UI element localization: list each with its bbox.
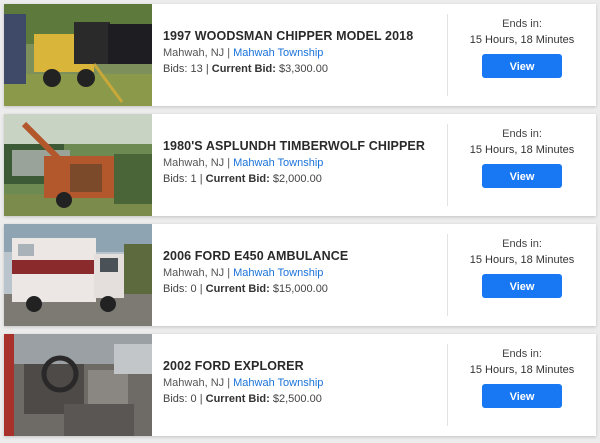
bids-count: 1 [190,173,197,185]
listing-city: Mahwah, NJ [163,47,225,59]
location-separator: | [224,267,234,279]
time-remaining: 15 Hours, 18 Minutes [469,364,575,376]
listing-photo-wood-chipper[interactable] [4,4,152,106]
bids-label: Bids: [163,393,188,405]
auction-timer: Ends in: 15 Hours, 18 Minutes View [448,18,596,78]
current-bid-label: Current Bid: [211,63,276,75]
listing-card: 1980'S ASPLUNDH TIMBERWOLF CHIPPER Mahwa… [4,114,596,216]
photo-placeholder-car-interior [4,334,152,436]
photo-placeholder-chipper [4,4,152,106]
listing-bids: Bids: 1 | Current Bid: $2,000.00 [163,173,443,185]
bids-label: Bids: [163,283,188,295]
current-bid-value: $2,500.00 [272,393,322,405]
seller-link[interactable]: Mahwah Township [233,157,323,169]
current-bid-label: Current Bid: [205,393,270,405]
listing-location: Mahwah, NJ | Mahwah Township [163,267,443,279]
bids-label: Bids: [163,173,188,185]
time-remaining: 15 Hours, 18 Minutes [469,34,575,46]
current-bid-value: $2,000.00 [272,173,322,185]
listing-city: Mahwah, NJ [163,377,225,389]
ends-in-label: Ends in: [502,128,542,140]
view-button[interactable]: View [482,384,562,408]
photo-placeholder-chipper [4,114,152,216]
auction-timer: Ends in: 15 Hours, 18 Minutes View [448,238,596,298]
listing-location: Mahwah, NJ | Mahwah Township [163,377,443,389]
bids-count: 0 [190,393,197,405]
ends-in-label: Ends in: [502,18,542,30]
listing-bids: Bids: 13 | Current Bid: $3,300.00 [163,63,443,75]
listing-city: Mahwah, NJ [163,267,225,279]
photo-placeholder-ambulance [4,224,152,326]
view-button[interactable]: View [482,274,562,298]
listing-title[interactable]: 2002 FORD EXPLORER [163,359,443,373]
ends-in-label: Ends in: [502,238,542,250]
auction-listing-list: 1997 WOODSMAN CHIPPER MODEL 2018 Mahwah,… [0,0,600,443]
listing-location: Mahwah, NJ | Mahwah Township [163,157,443,169]
listing-title[interactable]: 1980'S ASPLUNDH TIMBERWOLF CHIPPER [163,139,443,153]
bids-count: 13 [190,63,203,75]
current-bid-label: Current Bid: [205,283,270,295]
listing-title[interactable]: 1997 WOODSMAN CHIPPER MODEL 2018 [163,29,443,43]
listing-bids: Bids: 0 | Current Bid: $15,000.00 [163,283,443,295]
listing-card: 2006 FORD E450 AMBULANCE Mahwah, NJ | Ma… [4,224,596,326]
listing-info: 2002 FORD EXPLORER Mahwah, NJ | Mahwah T… [163,359,443,405]
current-bid-value: $3,300.00 [279,63,328,75]
ends-in-label: Ends in: [502,348,542,360]
listing-info: 1980'S ASPLUNDH TIMBERWOLF CHIPPER Mahwa… [163,139,443,185]
bids-label: Bids: [163,63,188,75]
current-bid-value: $15,000.00 [272,283,328,295]
view-button[interactable]: View [482,164,562,188]
listing-title[interactable]: 2006 FORD E450 AMBULANCE [163,249,443,263]
listing-card: 1997 WOODSMAN CHIPPER MODEL 2018 Mahwah,… [4,4,596,106]
seller-link[interactable]: Mahwah Township [233,47,323,59]
listing-card: 2002 FORD EXPLORER Mahwah, NJ | Mahwah T… [4,334,596,436]
view-button[interactable]: View [482,54,562,78]
time-remaining: 15 Hours, 18 Minutes [469,254,575,266]
listing-location: Mahwah, NJ | Mahwah Township [163,47,443,59]
location-separator: | [224,47,234,59]
auction-timer: Ends in: 15 Hours, 18 Minutes View [448,128,596,188]
listing-photo-timberwolf-chipper[interactable] [4,114,152,216]
listing-photo-explorer-interior[interactable] [4,334,152,436]
current-bid-label: Current Bid: [205,173,270,185]
bids-count: 0 [190,283,197,295]
location-separator: | [224,157,234,169]
listing-bids: Bids: 0 | Current Bid: $2,500.00 [163,393,443,405]
listing-photo-ambulance[interactable] [4,224,152,326]
listing-info: 1997 WOODSMAN CHIPPER MODEL 2018 Mahwah,… [163,29,443,75]
auction-timer: Ends in: 15 Hours, 18 Minutes View [448,348,596,408]
seller-link[interactable]: Mahwah Township [233,267,323,279]
seller-link[interactable]: Mahwah Township [233,377,323,389]
location-separator: | [224,377,234,389]
listing-city: Mahwah, NJ [163,157,225,169]
listing-info: 2006 FORD E450 AMBULANCE Mahwah, NJ | Ma… [163,249,443,295]
time-remaining: 15 Hours, 18 Minutes [469,144,575,156]
